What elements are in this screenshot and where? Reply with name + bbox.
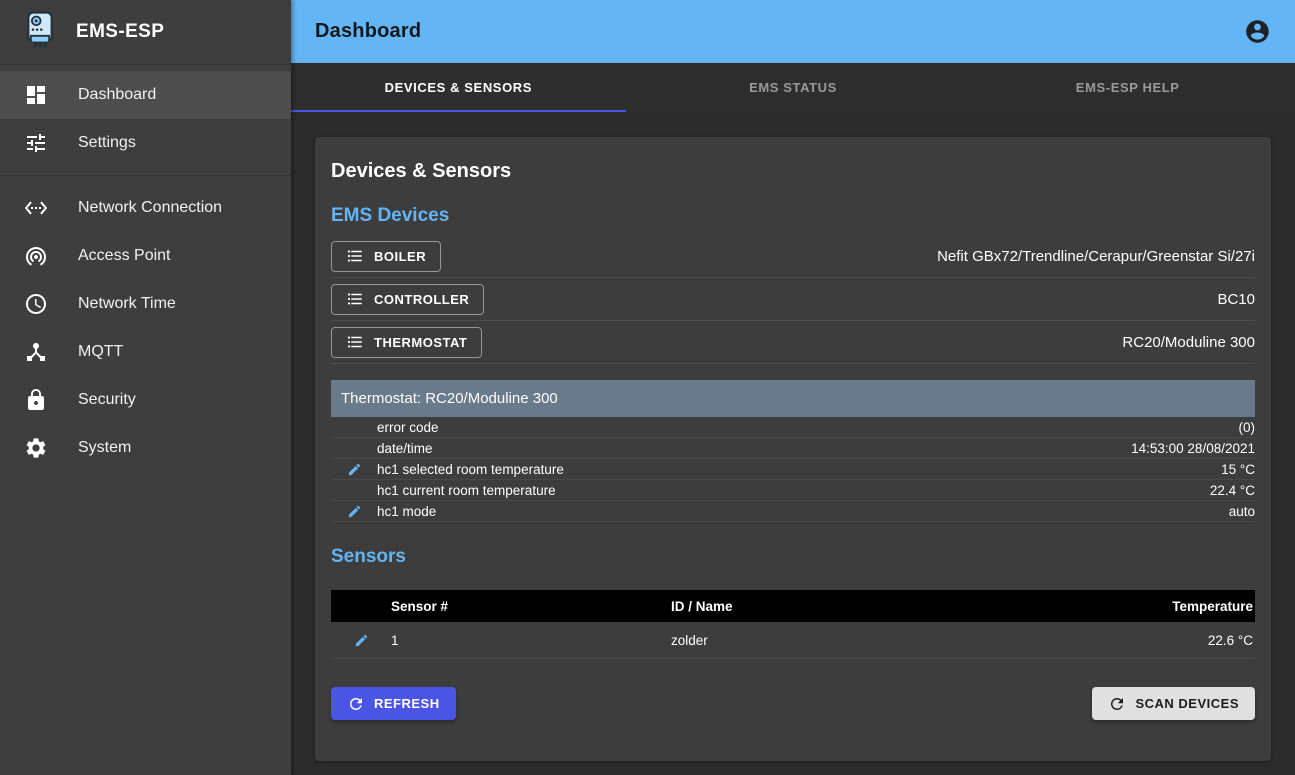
sidebar-item-label: MQTT: [78, 343, 123, 361]
edit-pencil-icon[interactable]: [347, 462, 362, 477]
tab-bar: DEVICES & SENSORS EMS STATUS EMS-ESP HEL…: [291, 63, 1295, 112]
device-detail-header: Thermostat: RC20/Moduline 300: [331, 380, 1255, 417]
app-title: EMS-ESP: [76, 21, 164, 43]
scan-devices-button[interactable]: SCAN DEVICES: [1092, 687, 1255, 720]
dashboard-icon: [24, 83, 48, 107]
detail-label: date/time: [377, 441, 433, 456]
detail-row-hc1-current-temp: hc1 current room temperature 22.4 °C: [331, 480, 1255, 501]
detail-value: 15 °C: [1221, 462, 1255, 477]
sensor-number: 1: [391, 633, 671, 648]
sensor-temperature: 22.6 °C: [1208, 633, 1255, 648]
sidebar-item-security[interactable]: Security: [0, 376, 291, 424]
list-icon: [346, 333, 364, 351]
account-icon[interactable]: [1244, 18, 1271, 45]
refresh-button-label: REFRESH: [374, 696, 440, 711]
sidebar-item-label: Network Time: [78, 295, 176, 313]
ethernet-icon: [24, 196, 48, 220]
detail-row-hc1-mode: hc1 mode auto: [331, 501, 1255, 522]
column-header-id-name: ID / Name: [671, 599, 1172, 614]
sensor-table-header: Sensor # ID / Name Temperature: [331, 590, 1255, 622]
boiler-device-button[interactable]: BOILER: [331, 241, 441, 272]
detail-label: hc1 current room temperature: [377, 483, 556, 498]
edit-pencil-icon[interactable]: [347, 504, 362, 519]
sidebar-item-system[interactable]: System: [0, 424, 291, 472]
refresh-button[interactable]: REFRESH: [331, 687, 456, 720]
tab-ems-esp-help[interactable]: EMS-ESP HELP: [960, 63, 1295, 112]
scan-devices-button-label: SCAN DEVICES: [1135, 696, 1239, 711]
sidebar-item-label: Dashboard: [78, 86, 156, 104]
ems-esp-boiler-logo-icon: [20, 10, 60, 55]
sidebar-item-label: Settings: [78, 134, 136, 152]
content-area: Devices & Sensors EMS Devices BOILER Nef…: [291, 112, 1295, 775]
devices-sensors-card: Devices & Sensors EMS Devices BOILER Nef…: [315, 137, 1271, 761]
app-root: EMS-ESP Dashboard Settings Ne: [0, 0, 1295, 775]
detail-row-error-code: error code (0): [331, 417, 1255, 438]
top-header: Dashboard: [291, 0, 1295, 63]
device-row-boiler: BOILER Nefit GBx72/Trendline/Cerapur/Gre…: [331, 235, 1255, 278]
sensors-heading: Sensors: [331, 546, 1255, 568]
detail-row-hc1-selected-temp: hc1 selected room temperature 15 °C: [331, 459, 1255, 480]
device-row-thermostat: THERMOSTAT RC20/Moduline 300: [331, 321, 1255, 364]
sidebar-item-label: System: [78, 439, 131, 457]
edit-pencil-icon[interactable]: [354, 633, 369, 648]
sidebar-divider: [0, 175, 291, 176]
sidebar-item-label: Access Point: [78, 247, 170, 265]
list-icon: [346, 290, 364, 308]
column-header-temperature: Temperature: [1172, 599, 1255, 614]
sensor-table-row: 1 zolder 22.6 °C: [331, 622, 1255, 659]
sensor-name: zolder: [671, 633, 1208, 648]
sidebar-item-mqtt[interactable]: MQTT: [0, 328, 291, 376]
thermostat-device-button[interactable]: THERMOSTAT: [331, 327, 482, 358]
clock-icon: [24, 292, 48, 316]
page-title: Dashboard: [315, 20, 421, 43]
detail-value: 14:53:00 28/08/2021: [1131, 441, 1255, 456]
device-model: BC10: [1217, 291, 1255, 308]
sidebar-item-access-point[interactable]: Access Point: [0, 232, 291, 280]
detail-value: (0): [1239, 420, 1256, 435]
tune-icon: [24, 131, 48, 155]
device-hub-icon: [24, 340, 48, 364]
sidebar-nav: Dashboard Settings Network Connection: [0, 71, 291, 472]
device-button-label: CONTROLLER: [374, 292, 469, 307]
detail-value: auto: [1229, 504, 1255, 519]
list-icon: [346, 247, 364, 265]
refresh-icon: [347, 695, 365, 713]
detail-label: hc1 selected room temperature: [377, 462, 564, 477]
sidebar-item-network-connection[interactable]: Network Connection: [0, 184, 291, 232]
sidebar-item-label: Network Connection: [78, 199, 222, 217]
detail-label: hc1 mode: [377, 504, 436, 519]
sidebar-item-settings[interactable]: Settings: [0, 119, 291, 167]
card-actions: REFRESH SCAN DEVICES: [331, 687, 1255, 720]
column-header-sensor-number: Sensor #: [391, 599, 671, 614]
sidebar: EMS-ESP Dashboard Settings Ne: [0, 0, 291, 775]
sidebar-item-network-time[interactable]: Network Time: [0, 280, 291, 328]
ems-devices-heading: EMS Devices: [331, 205, 1255, 227]
wifi-tethering-icon: [24, 244, 48, 268]
sidebar-divider: [0, 64, 291, 65]
detail-label: error code: [377, 420, 439, 435]
sidebar-item-dashboard[interactable]: Dashboard: [0, 71, 291, 119]
detail-value: 22.4 °C: [1210, 483, 1255, 498]
device-button-label: THERMOSTAT: [374, 335, 467, 350]
refresh-icon: [1108, 695, 1126, 713]
device-button-label: BOILER: [374, 249, 426, 264]
device-model: RC20/Moduline 300: [1122, 334, 1255, 351]
lock-icon: [24, 388, 48, 412]
gear-icon: [24, 436, 48, 460]
sidebar-header: EMS-ESP: [0, 0, 291, 64]
tab-devices-sensors[interactable]: DEVICES & SENSORS: [291, 63, 626, 112]
device-model: Nefit GBx72/Trendline/Cerapur/Greenstar …: [937, 248, 1255, 265]
sidebar-item-label: Security: [78, 391, 136, 409]
detail-row-date-time: date/time 14:53:00 28/08/2021: [331, 438, 1255, 459]
main-column: Dashboard DEVICES & SENSORS EMS STATUS E…: [291, 0, 1295, 775]
card-title: Devices & Sensors: [331, 160, 1255, 183]
tab-ems-status[interactable]: EMS STATUS: [626, 63, 961, 112]
device-row-controller: CONTROLLER BC10: [331, 278, 1255, 321]
controller-device-button[interactable]: CONTROLLER: [331, 284, 484, 315]
